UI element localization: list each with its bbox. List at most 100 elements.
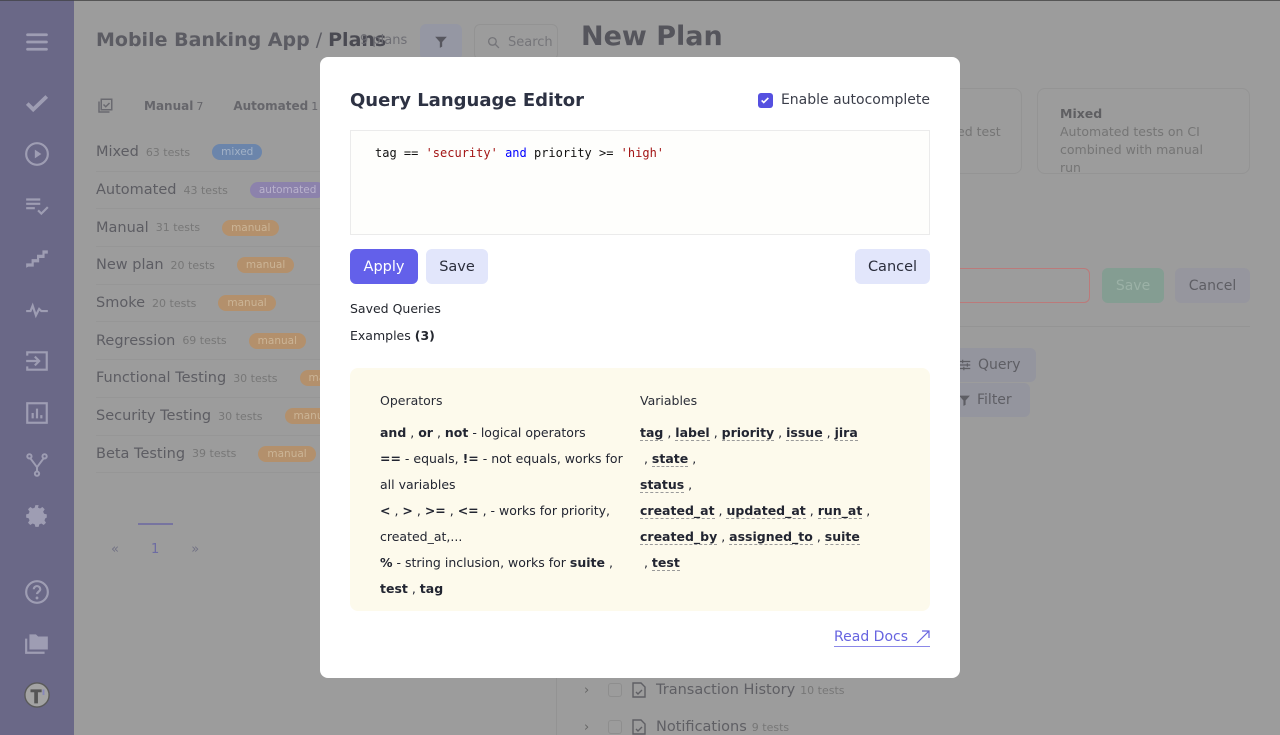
plan-name: Regression [96, 332, 176, 349]
filter-button[interactable] [420, 24, 462, 60]
plan-row[interactable]: Regression 69 tests manual [96, 322, 326, 361]
plan-row[interactable]: New plan 20 tests manual [96, 247, 326, 285]
operator-desc: , [406, 425, 419, 440]
variable-token[interactable]: assigned_to [729, 529, 813, 545]
plan-row[interactable]: Mixed 63 tests mixed [96, 134, 326, 172]
query-token: priority >= [526, 146, 621, 160]
folders-icon[interactable] [22, 628, 52, 658]
examples-toggle[interactable]: Examples (3) [350, 328, 435, 343]
suite-count: 9 tests [751, 720, 790, 734]
plan-name: Beta Testing [96, 445, 186, 462]
select-all-icon[interactable] [96, 97, 114, 115]
variable-token[interactable]: updated_at [726, 503, 806, 519]
gear-icon[interactable] [22, 501, 52, 531]
checkmark-icon [761, 97, 770, 104]
operator-token: == [380, 451, 401, 466]
divider [954, 326, 1250, 327]
variable-token[interactable]: priority [721, 425, 775, 441]
syntax-help-panel: Operators and , or , not - logical opera… [350, 368, 930, 611]
plan-name: Mixed [96, 144, 139, 161]
plan-test-count: 63 tests [145, 145, 191, 159]
variable-token[interactable]: status [640, 477, 685, 493]
plan-type-badge: manual [218, 295, 276, 312]
variable-token[interactable]: created_by [640, 529, 718, 545]
query-token: 'security' [425, 146, 498, 160]
plan-row[interactable]: Automated 43 tests automated [96, 172, 326, 210]
menu-icon[interactable] [22, 27, 52, 57]
stairs-icon[interactable] [22, 243, 52, 273]
query-label: Query [978, 357, 1021, 373]
branch-icon[interactable] [22, 450, 52, 480]
examples-label: Examples [350, 328, 411, 343]
check-icon[interactable] [22, 88, 52, 118]
plan-type-card-mixed[interactable]: Mixed Automated tests on CI combined wit… [1037, 88, 1250, 175]
search-input[interactable]: Search [474, 24, 558, 60]
bg-cancel-button[interactable]: Cancel [1175, 268, 1250, 303]
operator-desc: - logical operators [468, 425, 586, 440]
autocomplete-toggle[interactable]: Enable autocomplete [757, 92, 930, 108]
variable-token[interactable]: suite [824, 529, 860, 545]
operator-token: < [380, 503, 391, 518]
operator-line: < , > , >= , <= , - works for priority, … [380, 498, 640, 550]
plan-test-count: 39 tests [192, 447, 237, 461]
saved-queries-toggle[interactable]: Saved Queries [350, 301, 441, 316]
variable-token[interactable]: tag [640, 425, 664, 441]
help-icon[interactable] [22, 577, 52, 607]
breadcrumb-project[interactable]: Mobile Banking App [96, 29, 310, 51]
tab-manual[interactable]: Manual 7 [144, 99, 203, 113]
variable-line: status , [640, 477, 693, 493]
plan-row[interactable]: Manual 31 tests manual [96, 209, 326, 248]
avatar-icon[interactable] [22, 680, 52, 710]
bg-save-button[interactable]: Save [1102, 268, 1164, 303]
plan-list: Mixed 63 tests mixed Automated 43 tests autom… [96, 134, 357, 474]
chevron-right-icon[interactable]: › [584, 683, 598, 698]
query-editor-input[interactable]: tag == 'security' and priority >= 'high' [350, 130, 930, 235]
autocomplete-checkbox[interactable] [757, 92, 773, 108]
breadcrumb-separator: / [315, 29, 323, 51]
tree-suite-row[interactable]: › Notifications 9 tests [584, 719, 789, 735]
tab-automated[interactable]: Automated 1 [233, 99, 318, 113]
variable-token[interactable]: created_at [640, 503, 715, 519]
variable-token[interactable]: jira [834, 425, 858, 441]
variable-token[interactable]: state [651, 451, 689, 467]
checklist-icon[interactable] [22, 191, 52, 221]
plan-row[interactable]: Functional Testing30 testsmanual [96, 360, 357, 398]
suite-checkbox[interactable] [608, 683, 622, 697]
read-docs-link[interactable]: Read Docs [834, 628, 930, 647]
operator-desc: , [432, 425, 445, 440]
pulse-icon[interactable] [22, 295, 52, 325]
variable-token[interactable]: label [675, 425, 710, 441]
query-editor-modal: Query Language Editor Enable autocomplet… [320, 57, 960, 678]
pagination-next[interactable]: » [191, 542, 199, 557]
breadcrumb: Mobile Banking App / Plans [96, 29, 386, 51]
plan-title-input[interactable] [954, 268, 1090, 303]
suite-count: 10 tests [800, 683, 845, 697]
pagination-prev[interactable]: « [111, 542, 119, 557]
operator-desc: - string inclusion, works for [392, 555, 570, 570]
chevron-right-icon[interactable]: › [584, 720, 598, 735]
save-query-button[interactable]: Save [426, 249, 488, 284]
variable-token[interactable]: test [651, 555, 680, 571]
query-token: and [505, 146, 527, 160]
operator-token: test [380, 581, 408, 596]
plan-row[interactable]: Smoke 20 tests manual [96, 285, 326, 323]
variable-token[interactable]: run_at [817, 503, 863, 519]
plan-row[interactable]: Security Testing 30 tests manual [96, 398, 342, 436]
play-circle-icon[interactable] [22, 139, 52, 169]
import-icon[interactable] [22, 346, 52, 376]
plan-type-badge: mixed [212, 144, 263, 161]
pagination-current[interactable]: 1 [151, 542, 159, 557]
operator-token: or [418, 425, 433, 440]
variable-token[interactable]: issue [786, 425, 823, 441]
operator-desc: , [390, 503, 403, 518]
suite-name: Notifications [656, 719, 747, 735]
plan-name: New plan [96, 257, 164, 274]
tree-suite-row[interactable]: › Transaction History 10 tests [584, 682, 845, 698]
suite-checkbox[interactable] [608, 720, 622, 734]
card-desc: ed test [957, 124, 1001, 139]
apply-button[interactable]: Apply [350, 249, 418, 284]
cancel-button[interactable]: Cancel [855, 249, 930, 284]
query-token: 'high' [620, 146, 665, 160]
plan-row[interactable]: Beta Testing 39 tests manual [96, 436, 326, 474]
chart-icon[interactable] [22, 398, 52, 428]
